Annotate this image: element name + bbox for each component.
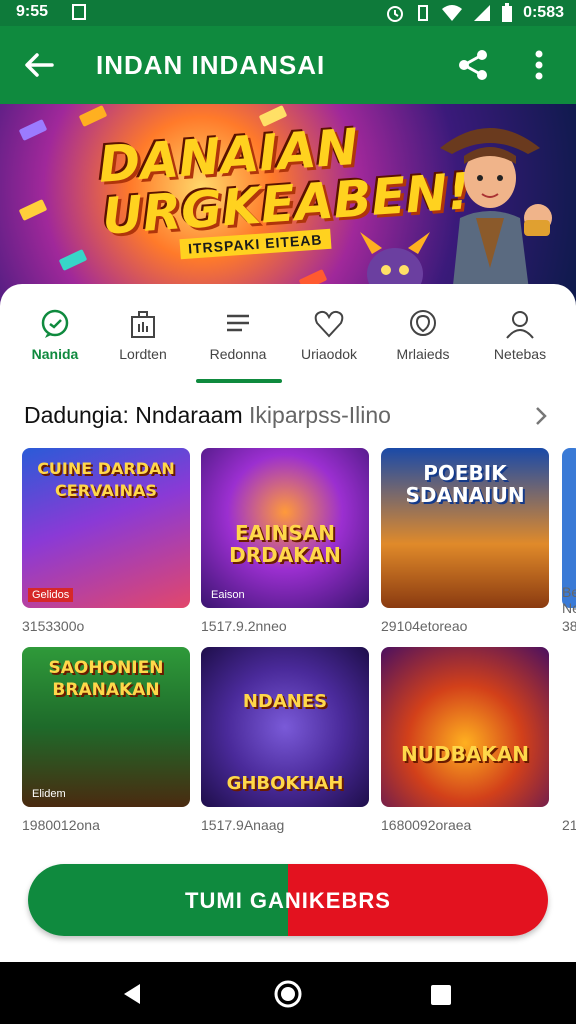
game-meta-partial: Ne	[562, 600, 576, 616]
game-meta: 29104etoreao	[381, 618, 468, 634]
crystal-shard	[58, 249, 88, 271]
status-icons: 0:583	[385, 3, 564, 23]
game-title-art: EAINSAN DRDAKAN	[229, 521, 341, 567]
game-meta-partial: 21	[562, 817, 576, 833]
status-bar: 9:55 0:583	[0, 0, 576, 26]
section-title-muted: Ikiparpss-Ilino	[249, 402, 391, 428]
game-card[interactable]: SAOHONIEN BRANAKAN Elidem	[22, 647, 190, 807]
share-icon[interactable]	[456, 48, 490, 82]
location-icon	[410, 310, 436, 336]
tab-label: Lordten	[119, 346, 167, 362]
status-clock-right: 0:583	[523, 4, 564, 21]
game-badge: Gelidos	[28, 588, 74, 602]
app-bar: INDAN INDANSAI	[0, 26, 576, 104]
game-badge: Elidem	[32, 788, 66, 800]
game-card[interactable]: NDANES GHBOKHAH	[201, 647, 369, 807]
active-tab-indicator	[196, 379, 282, 383]
section-title-main: Dadungia: Nndaraam	[24, 402, 243, 428]
system-nav-bar	[0, 962, 576, 1024]
game-title-art: NDANES GHBOKHAH	[226, 691, 344, 794]
game-card[interactable]: EAINSAN DRDAKAN Eaison	[201, 448, 369, 608]
sim-icon	[72, 4, 86, 20]
vibrate-icon	[418, 5, 429, 21]
crystal-shard	[18, 199, 48, 221]
status-time: 9:55	[16, 3, 49, 20]
game-card[interactable]: POEBIK SDANAIUN	[381, 448, 549, 608]
game-meta: 1517.9.2nneo	[201, 618, 287, 634]
game-meta: 3153300o	[22, 618, 85, 634]
cta-button[interactable]: TUMI GANIKEBRS	[28, 864, 548, 936]
battery-icon	[502, 3, 513, 22]
home-circle-icon[interactable]	[273, 979, 303, 1009]
chevron-right-icon[interactable]	[532, 404, 550, 428]
tab-lordten[interactable]: Lordten	[88, 284, 198, 384]
game-title-art: CUINE DARDAN CERVAINAS	[37, 459, 175, 500]
game-card-partial[interactable]	[562, 647, 576, 807]
tab-label: Mrlaieds	[396, 346, 450, 362]
game-title-art: SAOHONIEN BRANAKAN	[48, 658, 164, 700]
more-vert-icon[interactable]	[526, 48, 552, 82]
signal-icon	[474, 5, 491, 21]
back-triangle-icon[interactable]	[120, 982, 144, 1006]
alarm-icon	[387, 6, 404, 22]
crystal-shard	[78, 105, 108, 127]
person-icon	[506, 311, 534, 339]
game-badge: Eaison	[211, 589, 245, 601]
section-title: Dadungia: Nndaraam Ikiparpss-Ilino	[24, 402, 391, 429]
category-tabs: Nanida Lordten Redonna Uriaodok Mrlaieds…	[0, 284, 576, 384]
game-meta: 1680092oraea	[381, 817, 472, 833]
tab-mrlaieds[interactable]: Mrlaieds	[368, 284, 478, 384]
wifi-icon	[442, 5, 463, 21]
game-title-art: POEBIK SDANAIUN	[405, 461, 525, 507]
tab-netebas[interactable]: Netebas	[465, 284, 575, 384]
promo-banner[interactable]: DANAIAN URGKEABEN! ITRSPAKI EITEAB	[0, 104, 576, 314]
tab-label: Netebas	[493, 346, 547, 362]
recents-square-icon[interactable]	[430, 984, 452, 1006]
list-icon	[227, 314, 249, 332]
content-sheet: Nanida Lordten Redonna Uriaodok Mrlaieds…	[0, 284, 576, 844]
heart-icon	[314, 310, 344, 338]
briefcase-icon	[131, 311, 155, 338]
game-meta: 1980012ona	[22, 817, 100, 833]
crystal-shard	[18, 119, 48, 141]
game-meta: 1517.9Anaag	[201, 817, 285, 833]
game-meta-partial: 38	[562, 618, 576, 634]
game-meta-partial: Be	[562, 584, 576, 600]
cta-label: TUMI GANIKEBRS	[185, 888, 391, 913]
back-arrow-icon[interactable]	[22, 48, 56, 82]
game-art	[381, 647, 549, 807]
app-title: INDAN INDANSAI	[96, 50, 326, 80]
chat-icon	[41, 309, 69, 338]
game-title-art: NUDBAKAN	[400, 742, 530, 766]
game-card[interactable]: NUDBAKAN	[381, 647, 549, 807]
game-card[interactable]: CUINE DARDAN CERVAINAS Gelidos	[22, 448, 190, 608]
